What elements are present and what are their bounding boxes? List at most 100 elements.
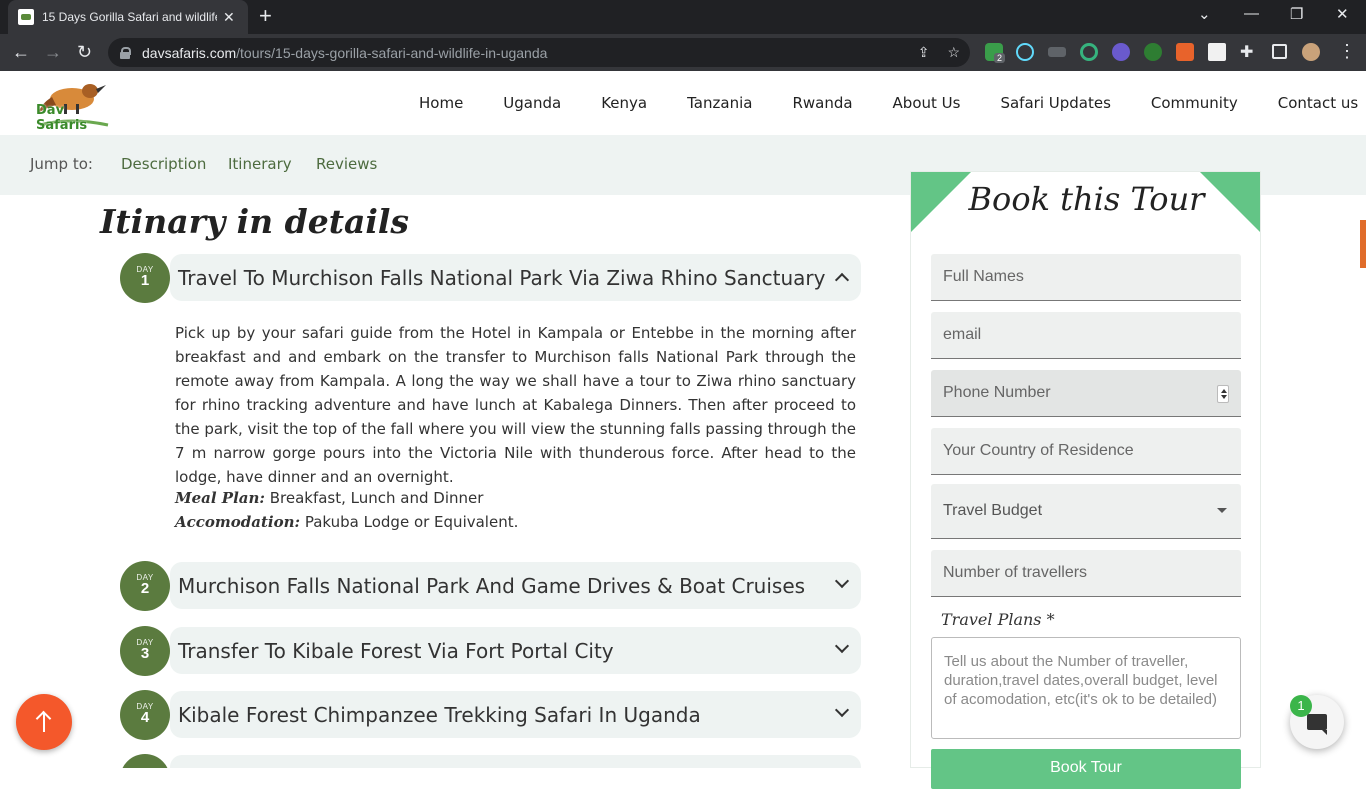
day-header[interactable]: Kibale Forest Chimpanzee Trekking Safari… bbox=[170, 691, 861, 738]
nav-contact-us[interactable]: Contact us bbox=[1278, 94, 1358, 112]
reload-icon[interactable]: ↻ bbox=[77, 41, 92, 63]
travel-budget-select[interactable]: Travel Budget bbox=[931, 484, 1241, 539]
full-names-input[interactable] bbox=[943, 268, 1213, 286]
tab-close-icon[interactable]: ✕ bbox=[223, 9, 235, 26]
book-tour-button[interactable]: Book Tour bbox=[931, 749, 1241, 789]
chevron-down-icon[interactable] bbox=[834, 702, 850, 718]
chevron-down-icon[interactable] bbox=[834, 638, 850, 654]
jump-reviews[interactable]: Reviews bbox=[316, 155, 377, 173]
travel-budget-label: Travel Budget bbox=[943, 502, 1043, 519]
day-title: Murchison Falls National Park And Game D… bbox=[178, 573, 806, 598]
day-header[interactable]: Murchison Falls National Park And Game D… bbox=[170, 562, 861, 609]
day-badge: DAY 1 bbox=[120, 253, 170, 303]
number-spinner-icon[interactable] bbox=[1217, 385, 1229, 403]
colorful-extension-icon[interactable] bbox=[1144, 43, 1162, 61]
travellers-field[interactable] bbox=[931, 550, 1241, 597]
forward-icon[interactable]: → bbox=[44, 41, 62, 63]
nav-safari-updates[interactable]: Safari Updates bbox=[1000, 94, 1110, 112]
day-row-3[interactable]: DAY 3 Transfer To Kibale Forest Via Fort… bbox=[120, 626, 861, 676]
back-icon[interactable]: ← bbox=[12, 41, 30, 63]
jump-label: Jump to: bbox=[30, 155, 93, 173]
tab-title: 15 Days Gorilla Safari and wildlife in U… bbox=[42, 10, 217, 24]
bookmark-star-icon[interactable]: ☆ bbox=[947, 44, 960, 61]
chat-bubble-icon bbox=[1307, 714, 1327, 735]
jump-itinerary[interactable]: Itinerary bbox=[228, 155, 292, 173]
url-host: davsafaris.com bbox=[142, 44, 237, 61]
country-field[interactable] bbox=[931, 428, 1241, 475]
travel-plans-textarea[interactable]: Tell us about the Number of traveller, d… bbox=[931, 637, 1241, 739]
tab-search-icon[interactable]: ⌄ bbox=[1198, 5, 1211, 23]
url-path: /tours/15-days-gorilla-safari-and-wildli… bbox=[236, 44, 548, 61]
day-badge: DAY 3 bbox=[120, 626, 170, 676]
menu-icon[interactable]: ⋮ bbox=[1338, 40, 1356, 62]
window-close-icon[interactable]: ✕ bbox=[1336, 5, 1349, 23]
day-1-description: Pick up by your safari guide from the Ho… bbox=[175, 324, 856, 486]
nav-about-us[interactable]: About Us bbox=[893, 94, 961, 112]
nav-rwanda[interactable]: Rwanda bbox=[792, 94, 852, 112]
minimize-icon[interactable]: — bbox=[1244, 5, 1259, 22]
address-bar[interactable]: davsafaris.com /tours/15-days-gorilla-sa… bbox=[108, 38, 970, 67]
site-logo[interactable]: Dav Safaris bbox=[30, 77, 112, 133]
day-badge: DAY 4 bbox=[120, 690, 170, 740]
day-label: DAY bbox=[136, 638, 154, 647]
day-label: DAY bbox=[136, 573, 154, 582]
main-nav: Home Uganda Kenya Tanzania Rwanda About … bbox=[419, 94, 1358, 112]
accommodation-value: Pakuba Lodge or Equivalent. bbox=[304, 513, 519, 531]
nav-home[interactable]: Home bbox=[419, 94, 463, 112]
travel-plans-label: Travel Plans * bbox=[941, 610, 1055, 629]
day-row-2[interactable]: DAY 2 Murchison Falls National Park And … bbox=[120, 561, 861, 611]
scroll-to-top-button[interactable] bbox=[16, 694, 72, 750]
booking-title: Book this Tour bbox=[968, 180, 1205, 218]
nav-kenya[interactable]: Kenya bbox=[601, 94, 647, 112]
phone-input[interactable] bbox=[943, 384, 1213, 402]
share-icon[interactable]: ⇪ bbox=[918, 44, 930, 61]
day-row-5-bar-partial bbox=[170, 755, 861, 768]
day-title: Transfer To Kibale Forest Via Fort Porta… bbox=[178, 638, 614, 663]
restore-icon[interactable]: ❐ bbox=[1290, 5, 1303, 23]
extension-icon[interactable] bbox=[1048, 47, 1066, 57]
email-field[interactable] bbox=[931, 312, 1241, 359]
browser-tab-bar: 15 Days Gorilla Safari and wildlife in U… bbox=[0, 0, 1366, 34]
side-panel-icon[interactable] bbox=[1272, 44, 1287, 59]
day-title: Kibale Forest Chimpanzee Trekking Safari… bbox=[178, 702, 701, 727]
day-number: 2 bbox=[140, 580, 150, 597]
day-number: 4 bbox=[140, 709, 150, 726]
document-extension-icon[interactable] bbox=[1208, 43, 1226, 61]
site-favicon-icon bbox=[18, 9, 34, 25]
browser-tab[interactable]: 15 Days Gorilla Safari and wildlife in U… bbox=[8, 0, 248, 34]
email-input[interactable] bbox=[943, 326, 1213, 344]
meal-plan-label: Meal Plan: bbox=[175, 489, 265, 507]
profile-avatar[interactable] bbox=[1302, 43, 1320, 61]
day-row-4[interactable]: DAY 4 Kibale Forest Chimpanzee Trekking … bbox=[120, 690, 861, 740]
extension-badge: 2 bbox=[994, 53, 1006, 63]
phone-field[interactable] bbox=[931, 370, 1241, 417]
accommodation: Accomodation: Pakuba Lodge or Equivalent… bbox=[175, 513, 518, 531]
country-input[interactable] bbox=[943, 442, 1213, 460]
booking-form: Book this Tour Travel Budget Travel Plan… bbox=[910, 171, 1261, 789]
chevron-down-icon[interactable] bbox=[834, 573, 850, 589]
day-badge: DAY 2 bbox=[120, 561, 170, 611]
day-header[interactable]: Transfer To Kibale Forest Via Fort Porta… bbox=[170, 627, 861, 674]
nav-tanzania[interactable]: Tanzania bbox=[687, 94, 752, 112]
target-extension-icon[interactable] bbox=[1080, 43, 1098, 61]
day-header[interactable]: Travel To Murchison Falls National Park … bbox=[170, 254, 861, 301]
gear-extension-icon[interactable] bbox=[1112, 43, 1130, 61]
nav-uganda[interactable]: Uganda bbox=[503, 94, 561, 112]
day-label: DAY bbox=[136, 702, 154, 711]
puzzle-extensions-icon[interactable]: ✚ bbox=[1240, 42, 1253, 64]
travellers-input[interactable] bbox=[943, 564, 1213, 582]
browser-toolbar: ← → ↻ davsafaris.com /tours/15-days-gori… bbox=[0, 34, 1366, 71]
new-tab-icon[interactable]: + bbox=[259, 5, 272, 27]
day-row-1[interactable]: DAY 1 Travel To Murchison Falls National… bbox=[120, 253, 861, 303]
day-label: DAY bbox=[136, 265, 154, 274]
day-title: Travel To Murchison Falls National Park … bbox=[178, 265, 826, 290]
full-names-field[interactable] bbox=[931, 254, 1241, 301]
site-header: Dav Safaris Home Uganda Kenya Tanzania R… bbox=[0, 71, 1366, 135]
chevron-up-icon[interactable] bbox=[834, 272, 850, 288]
logo-text: Dav Safaris bbox=[36, 103, 88, 133]
react-devtools-icon[interactable] bbox=[1016, 43, 1034, 61]
jump-description[interactable]: Description bbox=[121, 155, 206, 173]
page-scrollbar-thumb[interactable] bbox=[1360, 220, 1366, 268]
orange-extension-icon[interactable] bbox=[1176, 43, 1194, 61]
nav-community[interactable]: Community bbox=[1151, 94, 1238, 112]
